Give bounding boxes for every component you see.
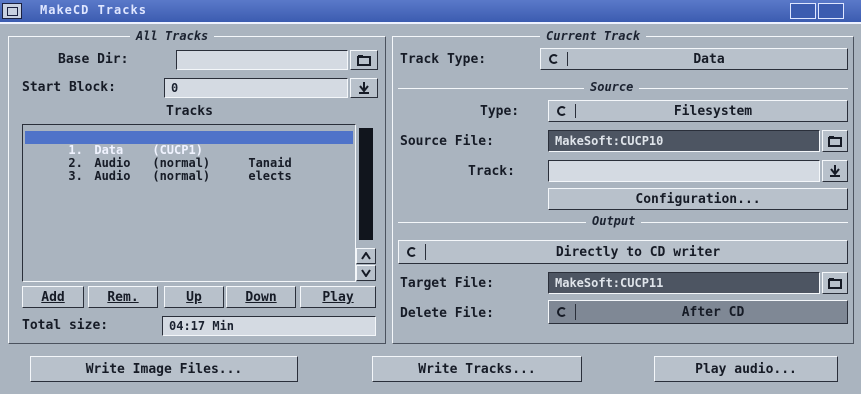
folder-icon	[357, 55, 371, 66]
list-item[interactable]: 1. Data (CUCP1)	[25, 131, 353, 157]
up-button[interactable]: Up	[164, 286, 224, 308]
track-input[interactable]	[548, 160, 820, 182]
output-title: Output	[586, 214, 642, 228]
target-file-label: Target File:	[400, 276, 494, 291]
start-block-download-button[interactable]	[350, 78, 378, 98]
list-item[interactable]: 2. Audio (normal) Tanaid	[25, 144, 353, 170]
delete-file-label: Delete File:	[400, 306, 494, 321]
tracks-list[interactable]: 1. Data (CUCP1) 2. Audio (normal) Tanaid 3. Au…	[22, 124, 356, 282]
depth-icon[interactable]	[818, 3, 844, 19]
arrow-down-icon	[361, 269, 371, 277]
base-dir-label: Base Dir:	[58, 52, 129, 67]
write-tracks-button[interactable]: Write Tracks...	[372, 356, 582, 382]
track-type-label: Track Type:	[400, 52, 487, 67]
cycle-icon	[557, 106, 567, 116]
play-audio-button[interactable]: Play audio...	[654, 356, 838, 382]
play-button[interactable]: Play	[300, 286, 376, 308]
scroll-up-button[interactable]	[356, 248, 376, 264]
main-window: MakeCD Tracks All Tracks Base Dir: Start…	[0, 0, 861, 394]
add-button[interactable]: Add	[22, 286, 84, 308]
tracks-heading: Tracks	[166, 104, 213, 119]
write-image-files-button[interactable]: Write Image Files...	[30, 356, 298, 382]
total-size-value: 04:17 Min	[162, 316, 376, 336]
source-type-cycle[interactable]: Filesystem	[548, 100, 848, 122]
source-title: Source	[584, 80, 640, 94]
configuration-button[interactable]: Configuration...	[548, 188, 848, 210]
remove-button[interactable]: Rem.	[88, 286, 158, 308]
track-label: Track:	[468, 164, 515, 179]
base-dir-input[interactable]	[176, 50, 348, 70]
cycle-icon	[557, 307, 567, 317]
folder-icon	[828, 136, 842, 147]
source-type-label: Type:	[480, 104, 520, 119]
output-mode-cycle[interactable]: Directly to CD writer	[398, 240, 848, 264]
zoom-icon[interactable]	[790, 3, 816, 19]
all-tracks-title: All Tracks	[130, 29, 215, 43]
cycle-icon	[549, 54, 559, 64]
current-track-title: Current Track	[540, 29, 646, 43]
total-size-label: Total size:	[22, 318, 109, 333]
cycle-icon	[407, 247, 417, 257]
scroll-down-button[interactable]	[356, 265, 376, 281]
source-file-input[interactable]: MakeSoft:CUCP10	[548, 130, 820, 152]
title-bar[interactable]: MakeCD Tracks	[0, 0, 861, 24]
folder-icon	[828, 278, 842, 289]
track-type-cycle[interactable]: Data	[540, 48, 848, 70]
delete-file-cycle[interactable]: After CD	[548, 300, 848, 324]
start-block-label: Start Block:	[22, 80, 116, 95]
down-button[interactable]: Down	[226, 286, 296, 308]
list-item[interactable]: 3. Audio (normal) elects	[25, 157, 353, 183]
arrow-up-icon	[361, 252, 371, 260]
track-download-button[interactable]	[822, 160, 848, 182]
base-dir-folder-button[interactable]	[350, 50, 378, 70]
source-file-folder-button[interactable]	[822, 130, 848, 152]
start-block-input[interactable]: 0	[164, 78, 348, 98]
tracks-scrollbar[interactable]	[356, 124, 376, 282]
down-arrow-icon	[830, 165, 840, 177]
target-file-folder-button[interactable]	[822, 272, 848, 294]
down-arrow-icon	[359, 82, 369, 94]
close-icon[interactable]	[2, 3, 22, 19]
scrollbar-knob[interactable]	[359, 128, 373, 240]
window-title: MakeCD Tracks	[40, 3, 147, 17]
target-file-input[interactable]: MakeSoft:CUCP11	[548, 272, 820, 294]
source-file-label: Source File:	[400, 134, 494, 149]
